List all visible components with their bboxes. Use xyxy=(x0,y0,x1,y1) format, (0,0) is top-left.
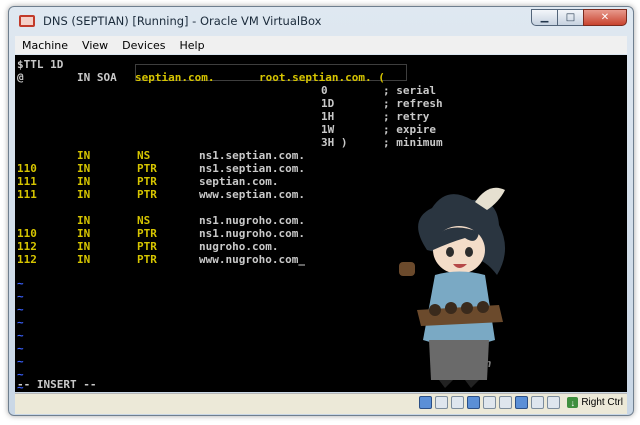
terminal-cell: PTR xyxy=(137,162,157,175)
empty-line-tilde: ~ xyxy=(17,290,24,303)
terminal-cell: 112 xyxy=(17,253,37,266)
menu-bar: Machine View Devices Help xyxy=(15,36,627,54)
terminal-cell: IN SOA xyxy=(77,71,117,84)
optical-drive-icon[interactable] xyxy=(435,396,449,409)
terminal-cell: ns1.nugroho.com. xyxy=(199,227,305,240)
status-bar: ↓ Right Ctrl xyxy=(15,393,627,414)
maximize-button[interactable]: □ xyxy=(557,9,583,26)
empty-line-tilde: ~ xyxy=(17,342,24,355)
terminal-cell: $TTL 1D xyxy=(17,58,64,71)
vim-mode-indicator: -- INSERT -- xyxy=(17,378,97,391)
shared-folders-icon[interactable] xyxy=(483,396,497,409)
status-tray: ↓ Right Ctrl xyxy=(419,396,623,409)
terminal-cell: 3H ) xyxy=(321,136,348,149)
terminal-cell: 112 xyxy=(17,240,37,253)
virtualbox-icon xyxy=(19,15,35,27)
virtualization-icon[interactable] xyxy=(531,396,545,409)
terminal-cell: IN xyxy=(77,253,91,266)
terminal-cell: IN xyxy=(77,240,91,253)
terminal-cell: IN xyxy=(77,188,91,201)
terminal-cell: 1W xyxy=(321,123,335,136)
vm-screen[interactable]: $TTL 1D @ IN SOA septian.com. root.septian.c… xyxy=(15,55,627,392)
title-bar[interactable]: DNS (SEPTIAN) [Running] - Oracle VM Virt… xyxy=(9,7,633,35)
terminal-cell: PTR xyxy=(137,240,157,253)
minimize-button[interactable]: ▁ xyxy=(531,9,557,26)
terminal-cell: www.septian.com. xyxy=(199,188,305,201)
display-icon[interactable] xyxy=(499,396,513,409)
terminal-cell: ; minimum xyxy=(383,136,443,149)
terminal-cell: NS xyxy=(137,149,151,162)
terminal-cell: PTR xyxy=(137,188,157,201)
mouse-integration-icon[interactable] xyxy=(547,396,561,409)
terminal-cell: ; refresh xyxy=(383,97,443,110)
terminal-cell: IN xyxy=(77,149,91,162)
terminal-cell: nugroho.com. xyxy=(199,240,279,253)
host-key-label: Right Ctrl xyxy=(581,397,623,408)
menu-machine[interactable]: Machine xyxy=(15,39,75,52)
menu-devices[interactable]: Devices xyxy=(115,39,172,52)
close-button[interactable]: ✕ xyxy=(583,9,627,26)
terminal-cell: www.nugroho.com_ xyxy=(199,253,305,266)
terminal-cell: 110 xyxy=(17,227,37,240)
terminal-cell: ns1.septian.com. xyxy=(199,149,305,162)
terminal-cell: root.septian.com. ( xyxy=(259,71,385,84)
video-capture-icon[interactable] xyxy=(515,396,529,409)
terminal-cell: septian.com. xyxy=(135,71,215,84)
menu-help[interactable]: Help xyxy=(173,39,212,52)
window-controls: ▁ □ ✕ xyxy=(531,9,627,26)
terminal-cell: ; serial xyxy=(383,84,436,97)
terminal-cell: PTR xyxy=(137,227,157,240)
empty-line-tilde: ~ xyxy=(17,277,24,290)
empty-line-tilde: ~ xyxy=(17,316,24,329)
mascot-image xyxy=(399,187,506,388)
terminal-cell: @ xyxy=(17,71,24,84)
host-key-arrow-icon: ↓ xyxy=(567,397,579,408)
terminal-cell: ; expire xyxy=(383,123,436,136)
virtualbox-window: DNS (SEPTIAN) [Running] - Oracle VM Virt… xyxy=(8,6,634,416)
terminal-cell: septian.com. xyxy=(199,175,279,188)
terminal-cell: IN xyxy=(77,175,91,188)
network-icon[interactable] xyxy=(467,396,481,409)
harddisk-icon[interactable] xyxy=(419,396,433,409)
terminal-cell: 1H xyxy=(321,110,335,123)
terminal-cell: 1D xyxy=(321,97,335,110)
terminal-cell: NS xyxy=(137,214,151,227)
terminal-cell: 111 xyxy=(17,188,37,201)
terminal-cell: IN xyxy=(77,227,91,240)
terminal-cell: IN xyxy=(77,162,91,175)
terminal-cell: 111 xyxy=(17,175,37,188)
host-key-indicator[interactable]: ↓ Right Ctrl xyxy=(567,397,623,408)
terminal-cell: IN xyxy=(77,214,91,227)
terminal-cell: PTR xyxy=(137,253,157,266)
terminal-cell: 0 xyxy=(321,84,328,97)
terminal-cell: 110 xyxy=(17,162,37,175)
window-title: DNS (SEPTIAN) [Running] - Oracle VM Virt… xyxy=(43,14,322,28)
menu-view[interactable]: View xyxy=(75,39,115,52)
terminal-cell: PTR xyxy=(137,175,157,188)
empty-line-tilde: ~ xyxy=(17,355,24,368)
empty-line-tilde: ~ xyxy=(17,329,24,342)
terminal-cell: ns1.nugroho.com. xyxy=(199,214,305,227)
terminal-cell: ns1.septian.com. xyxy=(199,162,305,175)
terminal-cell: ; retry xyxy=(383,110,430,123)
usb-icon[interactable] xyxy=(451,396,465,409)
empty-line-tilde: ~ xyxy=(17,303,24,316)
